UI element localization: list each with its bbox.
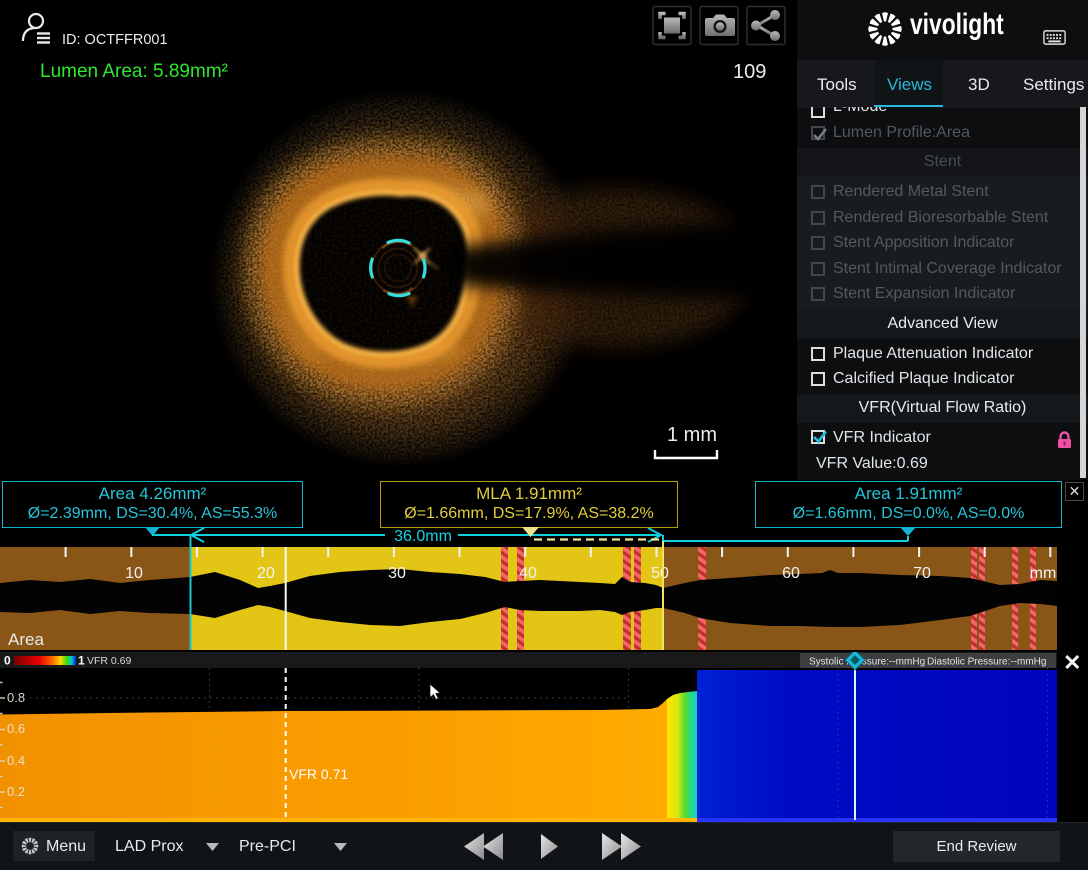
svg-text:70: 70 [913,565,931,582]
svg-text:60: 60 [782,565,800,582]
svg-text:50: 50 [651,565,669,582]
svg-text:✕: ✕ [1063,652,1081,675]
svg-text:Systolic Pressure:--mmHg: Systolic Pressure:--mmHg [809,657,925,668]
svg-text:0.8: 0.8 [7,690,25,705]
svg-text:20: 20 [257,565,275,582]
svg-text:Area: Area [8,630,44,649]
svg-text:0.2: 0.2 [7,784,25,799]
svg-text:30: 30 [388,565,406,582]
svg-text:0: 0 [4,654,11,668]
svg-text:0.4: 0.4 [7,753,25,768]
svg-text:10: 10 [125,565,143,582]
svg-text:VFR 0.69: VFR 0.69 [87,655,132,667]
svg-text:1: 1 [78,654,85,668]
svg-text:Diastolic Pressure:--mmHg: Diastolic Pressure:--mmHg [927,657,1046,668]
svg-text:mm: mm [1030,565,1057,582]
svg-text:40: 40 [519,565,537,582]
svg-text:0.6: 0.6 [7,721,25,736]
svg-text:VFR 0.71: VFR 0.71 [289,766,348,782]
